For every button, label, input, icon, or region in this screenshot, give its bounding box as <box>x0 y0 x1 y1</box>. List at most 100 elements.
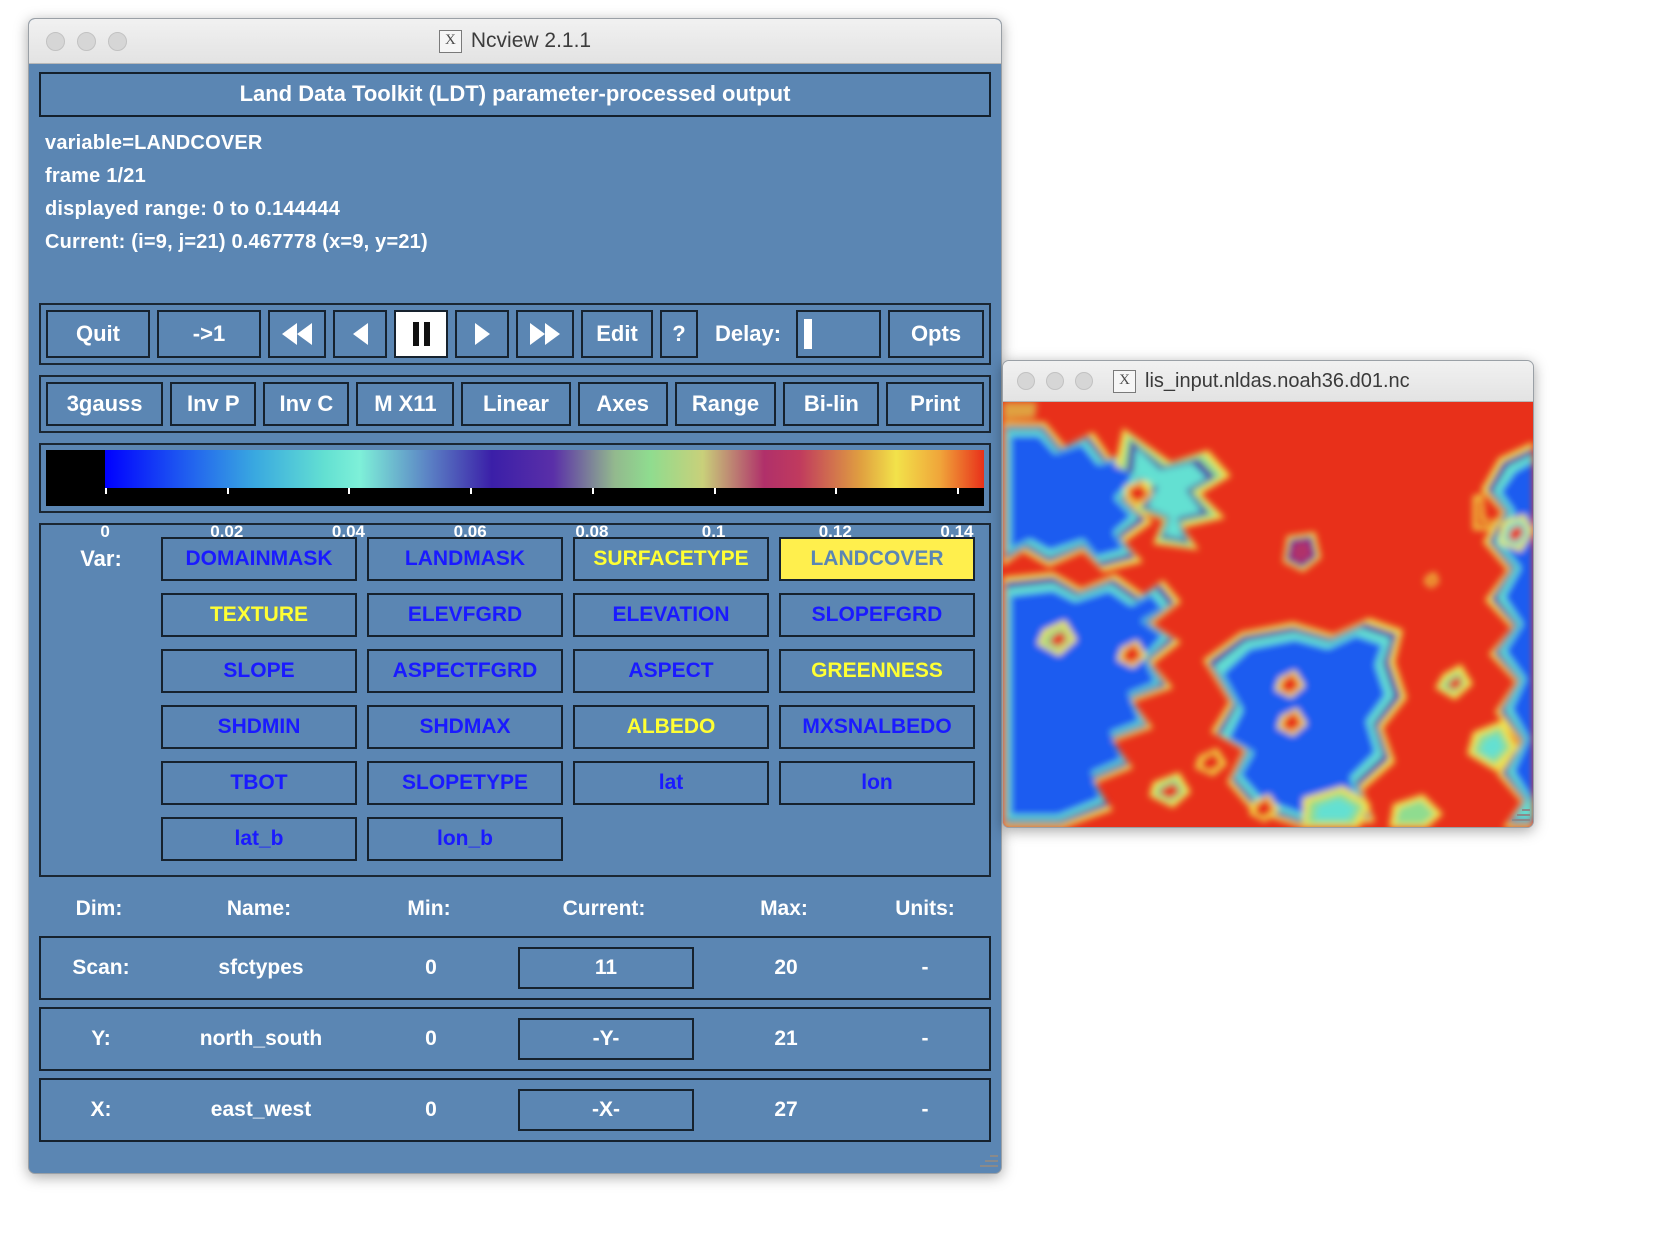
variable-button-lon[interactable]: lon <box>779 761 975 805</box>
resize-grip[interactable] <box>976 1148 998 1170</box>
dim-table-header: Dim: Name: Min: Current: Max: Units: <box>39 891 991 929</box>
variable-button-greenness[interactable]: GREENNESS <box>779 649 975 693</box>
option-button-bi-lin[interactable]: Bi-lin <box>783 382 880 426</box>
variable-button-landmask[interactable]: LANDMASK <box>367 537 563 581</box>
dim-table-row: Y: north_south 0 -Y- 21 - <box>39 1007 991 1071</box>
edit-button[interactable]: Edit <box>581 310 653 358</box>
colorbar-tick-label: 0.04 <box>331 522 366 541</box>
image-minimize-button[interactable] <box>1046 372 1064 390</box>
to-first-frame-button[interactable]: ->1 <box>157 310 261 358</box>
dim-min: 0 <box>425 956 437 979</box>
step-backward-icon[interactable] <box>333 310 387 358</box>
header-max: Max: <box>760 897 808 920</box>
quit-button[interactable]: Quit <box>46 310 150 358</box>
dim-current-input[interactable]: 11 <box>518 947 694 989</box>
option-button-inv-p[interactable]: Inv P <box>170 382 257 426</box>
image-window-title-text: lis_input.nldas.noah36.d01.nc <box>1145 369 1410 392</box>
image-window[interactable]: X lis_input.nldas.noah36.d01.nc <box>1002 360 1534 828</box>
header-min: Min: <box>407 897 451 920</box>
option-button-print[interactable]: Print <box>886 382 985 426</box>
colorbar-tick <box>348 488 351 494</box>
dim-name: north_south <box>199 1027 323 1050</box>
image-titlebar[interactable]: X lis_input.nldas.noah36.d01.nc <box>1003 361 1533 402</box>
dim-current-input[interactable]: -Y- <box>518 1018 694 1060</box>
dim-current-input[interactable]: -X- <box>518 1089 694 1131</box>
variable-button-mxsnalbedo[interactable]: MXSNALBEDO <box>779 705 975 749</box>
window-controls[interactable] <box>29 31 127 51</box>
colorbar-tick <box>226 488 229 494</box>
opts-button[interactable]: Opts <box>888 310 984 358</box>
dim-name: sfctypes <box>218 956 304 979</box>
colorbar-tick-label: 0.08 <box>575 522 609 541</box>
landcover-map-svg <box>1003 402 1533 827</box>
colorbar-tick <box>835 488 838 494</box>
forward-fast-icon[interactable] <box>516 310 574 358</box>
colorbar-tick-label: 0.12 <box>818 522 852 541</box>
variable-button-aspect[interactable]: ASPECT <box>573 649 769 693</box>
option-button-linear[interactable]: Linear <box>461 382 571 426</box>
variable-button-lon_b[interactable]: lon_b <box>367 817 563 861</box>
header-name: Name: <box>226 897 292 920</box>
dim-current-cell: 11 <box>501 947 711 989</box>
close-button[interactable] <box>46 31 65 51</box>
variable-button-surfacetype[interactable]: SURFACETYPE <box>573 537 769 581</box>
variable-button-aspectfgrd[interactable]: ASPECTFGRD <box>367 649 563 693</box>
variable-button-texture[interactable]: TEXTURE <box>161 593 357 637</box>
variable-button-lat[interactable]: lat <box>573 761 769 805</box>
dim-label: X: <box>90 1098 112 1121</box>
minimize-button[interactable] <box>77 31 96 51</box>
dim-max: 20 <box>774 956 798 979</box>
image-resize-grip[interactable] <box>1508 802 1530 824</box>
variable-button-slopefgrd[interactable]: SLOPEFGRD <box>779 593 975 637</box>
x-window-icon: X <box>438 29 462 53</box>
colorbar-tick-label: 0 <box>100 522 110 541</box>
option-button-range[interactable]: Range <box>674 382 777 426</box>
variable-button-elevfgrd[interactable]: ELEVFGRD <box>367 593 563 637</box>
option-button-axes[interactable]: Axes <box>577 382 668 426</box>
dim-current-cell: -Y- <box>501 1018 711 1060</box>
option-button-m-x11[interactable]: M X11 <box>356 382 455 426</box>
variable-row: SHDMIN SHDMAX ALBEDO MXSNALBEDO <box>51 705 979 749</box>
dim-label: Y: <box>91 1027 111 1050</box>
dim-name: east_west <box>210 1098 312 1121</box>
variable-row: SLOPE ASPECTFGRD ASPECT GREENNESS <box>51 649 979 693</box>
dim-table-row: X: east_west 0 -X- 27 - <box>39 1078 991 1142</box>
variable-selector-panel: Var: DOMAINMASK LANDMASK SURFACETYPE LANDCOV… <box>39 523 991 877</box>
variable-button-shdmax[interactable]: SHDMAX <box>367 705 563 749</box>
colorbar-tick <box>713 488 716 494</box>
text-caret <box>804 319 813 349</box>
variable-button-lat_b[interactable]: lat_b <box>161 817 357 861</box>
option-button-inv-c[interactable]: Inv C <box>263 382 350 426</box>
image-window-controls[interactable] <box>1003 372 1093 390</box>
variable-row: TEXTURE ELEVFGRD ELEVATION SLOPEFGRD <box>51 593 979 637</box>
variable-button-landcover[interactable]: LANDCOVER <box>779 537 975 581</box>
variable-button-shdmin[interactable]: SHDMIN <box>161 705 357 749</box>
ncview-main-window[interactable]: X Ncview 2.1.1 Land Data Toolkit (LDT) p… <box>28 18 1002 1174</box>
delay-input[interactable] <box>796 310 881 358</box>
maximize-button[interactable] <box>108 31 127 51</box>
option-button-3gauss[interactable]: 3gauss <box>46 382 164 426</box>
main-window-title-text: Ncview 2.1.1 <box>470 29 592 52</box>
landcover-map-canvas[interactable] <box>1003 402 1533 827</box>
main-titlebar[interactable]: X Ncview 2.1.1 <box>29 19 1001 64</box>
variable-button-slope[interactable]: SLOPE <box>161 649 357 693</box>
variable-button-albedo[interactable]: ALBEDO <box>573 705 769 749</box>
info-frame: frame 1/21 <box>45 165 146 187</box>
colorbar-panel[interactable]: 0 0.02 0.04 0.06 0.08 0.1 0.12 0.14 <box>39 443 991 541</box>
dim-max: 27 <box>774 1098 798 1121</box>
dim-units: - <box>921 1027 929 1050</box>
step-forward-icon[interactable] <box>455 310 509 358</box>
variable-row: lat_b lon_b <box>51 817 979 861</box>
rewind-fast-icon[interactable] <box>268 310 326 358</box>
pause-icon[interactable] <box>394 310 448 358</box>
variable-button-domainmask[interactable]: DOMAINMASK <box>161 537 357 581</box>
dim-table-row: Scan: sfctypes 0 11 20 - <box>39 936 991 1000</box>
help-button[interactable]: ? <box>660 310 698 358</box>
image-maximize-button[interactable] <box>1075 372 1093 390</box>
image-close-button[interactable] <box>1017 372 1035 390</box>
colorbar[interactable]: 0 0.02 0.04 0.06 0.08 0.1 0.12 0.14 <box>46 450 984 541</box>
variable-button-slopetype[interactable]: SLOPETYPE <box>367 761 563 805</box>
variable-button-tbot[interactable]: TBOT <box>161 761 357 805</box>
variable-button-elevation[interactable]: ELEVATION <box>573 593 769 637</box>
main-window-title: X Ncview 2.1.1 <box>29 29 1001 53</box>
